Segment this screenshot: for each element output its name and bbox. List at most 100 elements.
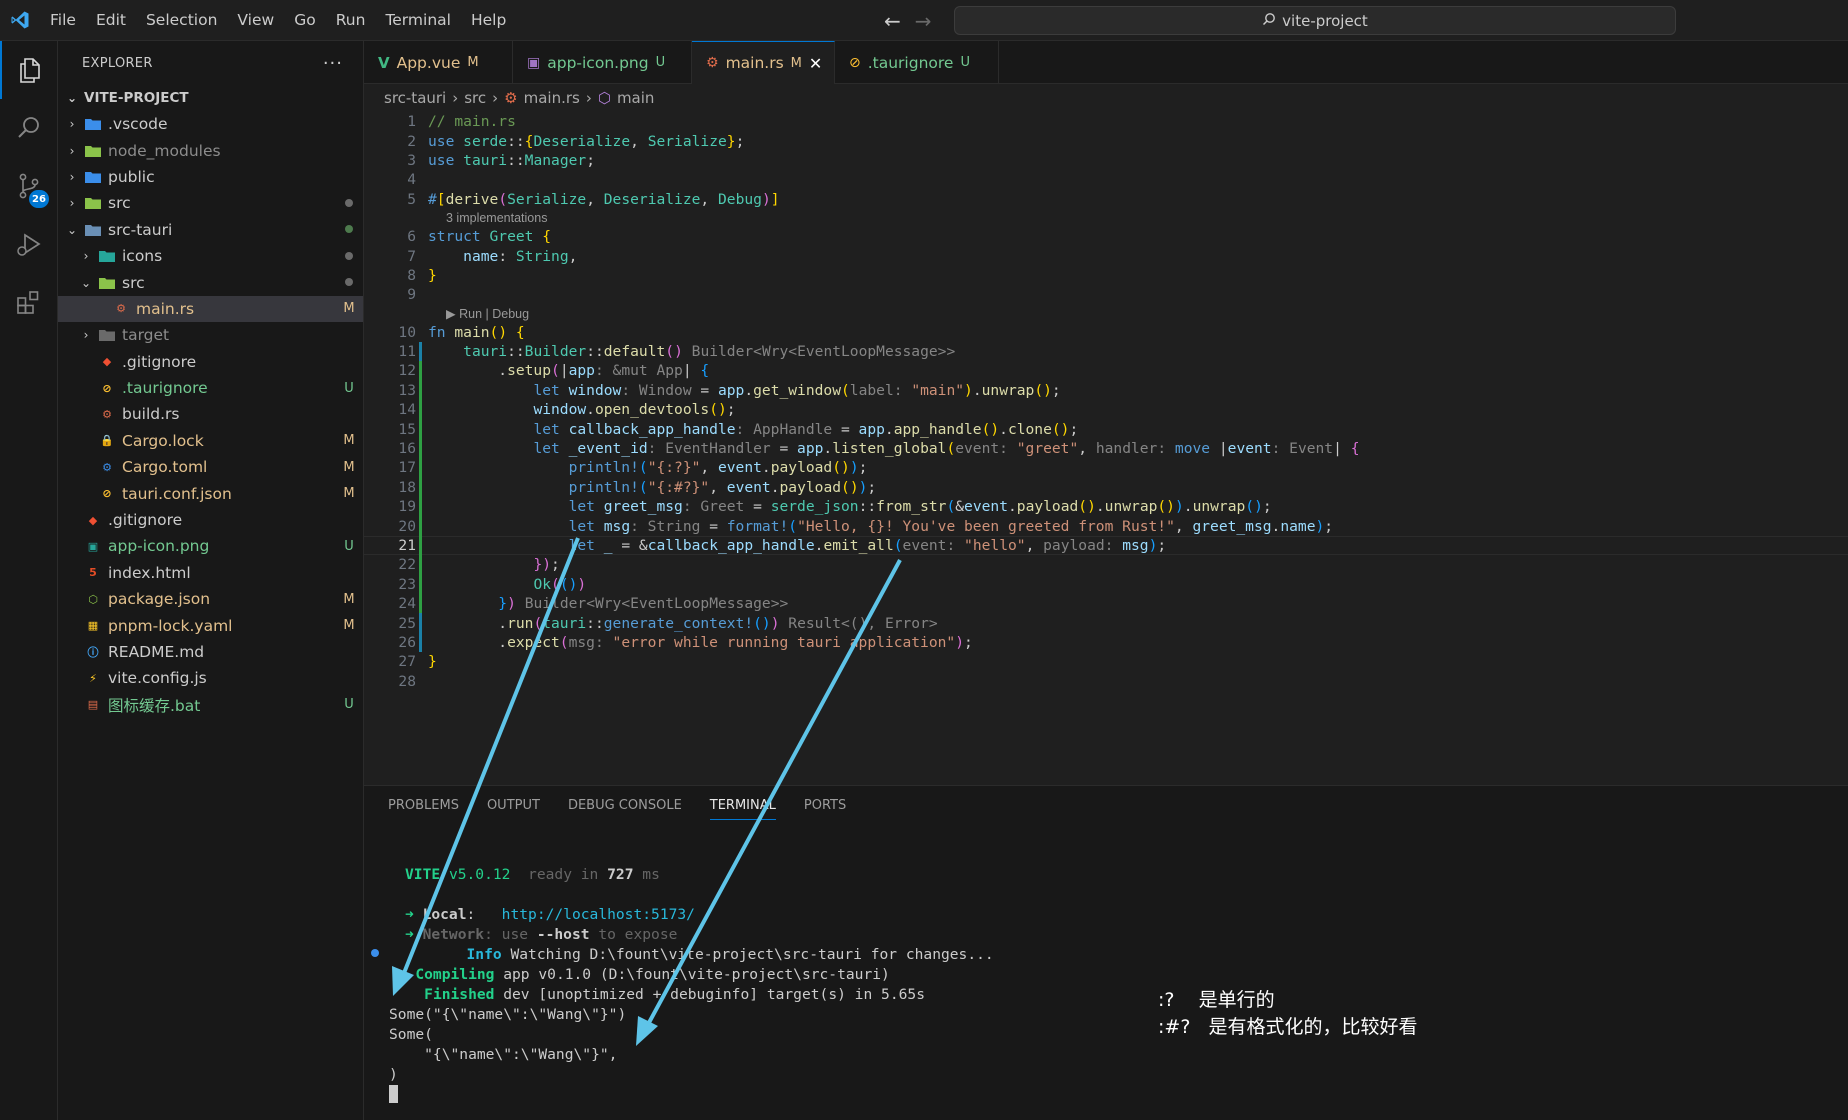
project-root[interactable]: ⌄ VITE-PROJECT [58,85,363,111]
menu-edit[interactable]: Edit [86,0,136,41]
tree-item[interactable]: 5 index.html [58,560,363,586]
tree-item[interactable]: ▤ 图标缓存.bat U [58,692,363,718]
tree-item-label: build.rs [122,405,180,424]
tab-terminal[interactable]: TERMINAL [709,798,776,820]
breadcrumb-item[interactable]: main [617,89,654,107]
terminal-output[interactable]: VITE v5.0.12 ready in 727 ms ➜ Local: ht… [389,864,994,1104]
tree-item-label: src [108,194,131,213]
source-control-icon[interactable]: 26 [0,157,58,215]
tab-output[interactable]: OUTPUT [487,798,540,813]
git-status [335,249,363,264]
run-debug-icon[interactable] [0,215,58,273]
tab-ports[interactable]: PORTS [804,798,846,813]
tree-item[interactable]: ⚙ Cargo.toml M [58,454,363,480]
close-tab-icon[interactable]: ✕ [809,54,822,73]
tree-item[interactable]: ⓘ README.md [58,639,363,665]
tree-item[interactable]: ⬡ package.json M [58,586,363,612]
tree-item-label: src-tauri [108,220,173,239]
chevron-right-icon: › [69,169,75,184]
more-actions-icon[interactable]: ··· [323,53,343,74]
git-status: M [343,486,355,502]
tree-item[interactable]: ⌄ src [58,269,363,295]
tree-item[interactable]: › target [58,322,363,348]
tree-item[interactable]: ⌄ src-tauri [58,217,363,243]
tree-item-label: .vscode [108,115,168,134]
info-icon: ⓘ [87,646,99,659]
tree-item[interactable]: ⊘ tauri.conf.json M [58,480,363,506]
terminal-line: Info Watching D:\fount\vite-project\src-… [466,945,994,963]
tree-item[interactable]: ◆ .gitignore [58,349,363,375]
tab-status: M [467,55,479,70]
menu-view[interactable]: View [227,0,284,41]
tree-item[interactable]: ◆ .gitignore [58,507,363,533]
chevron-down-icon: ⌄ [66,91,78,105]
breadcrumb-item[interactable]: main.rs [524,89,580,107]
editor-tabs: V App.vue M ▣ app-icon.png U ⚙ main.rs M… [364,41,1848,84]
menu-selection[interactable]: Selection [136,0,227,41]
terminal-line: ) [389,1065,398,1083]
back-arrow-icon[interactable]: ← [884,9,901,33]
tab-main-rs[interactable]: ⚙ main.rs M ✕ [692,41,835,84]
tree-item[interactable]: › .vscode [58,111,363,137]
breadcrumb-item[interactable]: src-tauri [384,89,446,107]
tree-item[interactable]: ▦ pnpm-lock.yaml M [58,612,363,638]
rust-file-icon: ⚙ [504,89,518,107]
command-center-text: vite-project [1282,11,1368,30]
node-folder-icon [84,143,102,159]
tree-item[interactable]: ▣ app-icon.png U [58,533,363,559]
tree-item[interactable]: ⚙ main.rs M [58,295,363,323]
tree-item[interactable]: ⚡ vite.config.js [58,665,363,691]
target-folder-icon [98,327,116,343]
search-sidebar-icon[interactable] [0,99,58,157]
tree-item-label: node_modules [108,141,221,160]
codelens-implementations[interactable]: 3 implementations [364,209,1848,227]
code-line: 19 let greet_msg: Greet = serde_json::fr… [398,497,1272,517]
git-file-icon: ◆ [102,355,112,369]
tree-item-label: tauri.conf.json [122,484,232,503]
menu-file[interactable]: File [40,0,86,41]
tab-status: U [655,55,666,70]
chevron-right-icon: › [69,117,75,132]
tab-taurignore[interactable]: ⊘ .taurignore U [835,41,999,84]
tree-item[interactable]: ⊘ .taurignore U [58,375,363,401]
code-line-current: 21 let _ = &callback_app_handle.emit_all… [364,535,1848,556]
tree-item[interactable]: › public [58,164,363,190]
tree-item[interactable]: › src [58,190,363,216]
code-editor[interactable]: 1// main.rs 2 use serde::{Deserialize, Se… [364,112,1848,691]
menu-help[interactable]: Help [461,0,516,41]
lock-icon: 🔒 [100,434,114,448]
function-symbol-icon: ⬡ [597,89,611,107]
tree-item[interactable]: 🔒 Cargo.lock M [58,428,363,454]
tab-app-icon-png[interactable]: ▣ app-icon.png U [513,41,692,84]
command-center[interactable]: vite-project [954,6,1676,35]
menu-run[interactable]: Run [326,0,376,41]
tree-item-label: app-icon.png [108,537,210,556]
chevron-down-icon: ⌄ [80,275,92,290]
tree-item-label: target [122,326,170,345]
tab-app-vue[interactable]: V App.vue M [364,41,513,84]
breadcrumb-item[interactable]: src [464,89,486,107]
extensions-icon[interactable] [0,273,58,331]
tree-item[interactable]: ⚙ build.rs [58,401,363,427]
chevron-right-icon: › [69,143,75,158]
tab-label: App.vue [396,53,461,72]
modified-dot-icon [345,278,353,287]
tab-problems[interactable]: PROBLEMS [388,798,459,813]
codelens-run-debug[interactable]: ▶ Run | Debug [364,305,1848,323]
tree-item[interactable]: › icons [58,243,363,269]
explorer-icon[interactable] [0,41,58,99]
terminal-command-dot [371,949,379,957]
menu-go[interactable]: Go [284,0,326,41]
git-file-icon: ◆ [88,513,98,527]
tree-item-label: src [122,273,145,292]
tab-label: main.rs [725,54,784,72]
tree-item[interactable]: › node_modules [58,137,363,163]
tree-item-label: README.md [108,643,205,661]
forward-arrow-icon[interactable]: → [915,9,932,33]
tab-debug-console[interactable]: DEBUG CONSOLE [568,798,682,813]
menu-terminal[interactable]: Terminal [375,0,461,41]
image-file-icon: ▣ [527,54,541,71]
terminal-line: Some("{\"name\":\"Wang\"}") [389,1005,627,1023]
icons-folder-icon [98,248,116,264]
tree-item-label: package.json [108,590,211,609]
